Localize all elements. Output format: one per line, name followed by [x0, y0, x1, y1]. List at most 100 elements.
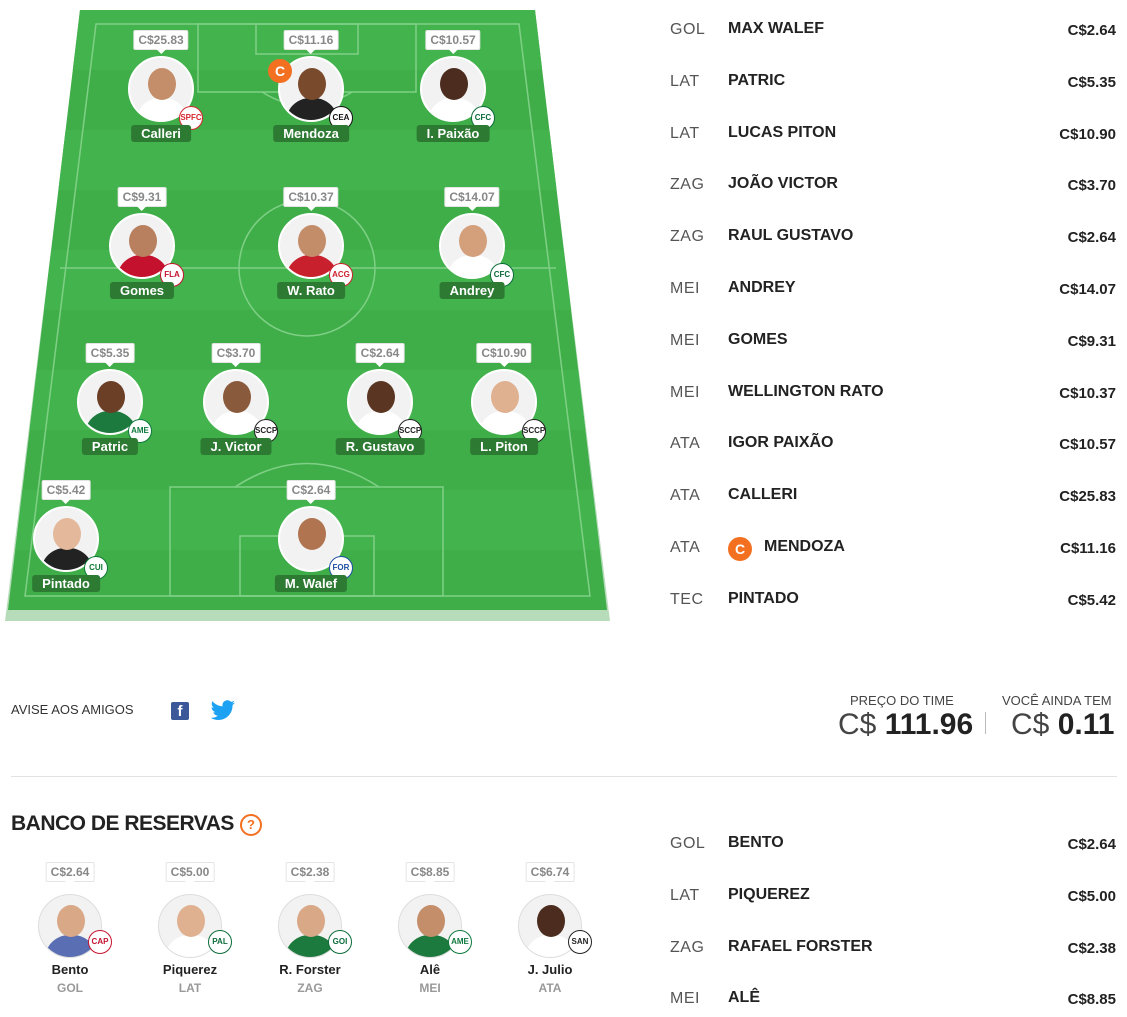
lineup-row[interactable]: ATA CALLERI C$25.83	[670, 472, 1120, 524]
player-head	[53, 518, 81, 550]
club-badge-icon: CAP	[88, 930, 112, 954]
bench-player-name: R. Forster	[279, 962, 341, 977]
bench-player[interactable]: C$2.38 GOI R. Forster ZAG	[260, 862, 360, 1002]
player-price: C$9.31	[1067, 332, 1116, 350]
player-price-tag: C$2.64	[355, 343, 405, 363]
remaining-amount: 0.11	[1057, 708, 1115, 741]
player-head	[537, 905, 565, 937]
position-label: MEI	[670, 990, 700, 1008]
field-player[interactable]: C$10.57 CFC I. Paixão	[398, 30, 508, 160]
field-player[interactable]: C$10.37 ACG W. Rato	[256, 187, 366, 317]
bench-player[interactable]: C$2.64 CAP Bento GOL	[20, 862, 120, 1002]
player-price-tag: C$9.31	[117, 187, 167, 207]
player-head	[491, 381, 519, 413]
bench-player-position: MEI	[419, 981, 441, 995]
lineup-row[interactable]: LAT PIQUEREZ C$5.00	[670, 872, 1120, 924]
player-price-tag: C$8.85	[405, 862, 455, 882]
help-icon[interactable]: ?	[240, 814, 262, 836]
lineup-row[interactable]: MEI GOMES C$9.31	[670, 317, 1120, 369]
player-price: C$3.70	[1067, 177, 1116, 195]
lineup-row[interactable]: TEC PINTADO C$5.42	[670, 576, 1120, 628]
player-name: MENDOZA	[764, 537, 845, 555]
captain-badge-icon: C	[268, 59, 292, 83]
bench-player[interactable]: C$8.85 AME Alê MEI	[380, 862, 480, 1002]
player-price: C$5.35	[1067, 73, 1116, 91]
field-player[interactable]: C$11.16 CEA Mendoza	[256, 30, 366, 160]
price-divider	[985, 712, 986, 734]
lineup-row[interactable]: MEI WELLINGTON RATO C$10.37	[670, 369, 1120, 421]
player-head	[440, 68, 468, 100]
player-name: PINTADO	[728, 589, 799, 607]
player-name-tag: R. Gustavo	[335, 438, 425, 455]
player-name: RAFAEL FORSTER	[728, 937, 873, 955]
position-label: LAT	[670, 886, 700, 904]
bench-player-name: J. Julio	[527, 962, 573, 977]
lineup-row[interactable]: MEI ANDREY C$14.07	[670, 265, 1120, 317]
player-name-tag: W. Rato	[277, 282, 345, 299]
player-price: C$11.16	[1060, 539, 1116, 557]
club-badge-icon: PAL	[208, 930, 232, 954]
player-price-tag: C$11.16	[283, 30, 339, 50]
section-divider	[11, 776, 1117, 777]
position-label: LAT	[670, 72, 700, 90]
field-player[interactable]: C$2.64 FOR M. Walef	[256, 480, 366, 610]
bench-player-name: Piquerez	[162, 962, 218, 977]
lineup-row[interactable]: LAT PATRIC C$5.35	[670, 58, 1120, 110]
field-player[interactable]: C$3.70 SCCP J. Victor	[181, 343, 291, 473]
position-label: TEC	[670, 590, 704, 608]
player-head	[297, 905, 325, 937]
lineup-row[interactable]: ZAG RAUL GUSTAVO C$2.64	[670, 213, 1120, 265]
twitter-icon[interactable]	[210, 700, 236, 722]
field-player[interactable]: C$10.90 SCCP L. Piton	[449, 343, 559, 473]
lineup-row[interactable]: GOL MAX WALEF C$2.64	[670, 6, 1120, 58]
player-name: LUCAS PITON	[728, 123, 837, 141]
lineup-list: GOL MAX WALEF C$2.64 LAT PATRIC C$5.35 LAT LUCA…	[670, 6, 1120, 628]
lineup-row[interactable]: LAT LUCAS PITON C$10.90	[670, 110, 1120, 162]
field-player[interactable]: C$2.64 SCCP R. Gustavo	[325, 343, 435, 473]
bench-player[interactable]: C$5.00 PAL Piquerez LAT	[140, 862, 240, 1002]
position-label: ATA	[670, 538, 701, 556]
captain-badge-icon: C	[728, 536, 752, 561]
position-label: ZAG	[670, 938, 705, 956]
position-label: GOL	[670, 21, 706, 38]
player-name-tag: Mendoza	[273, 125, 349, 142]
player-head	[367, 381, 395, 413]
position-label: MEI	[670, 279, 700, 297]
player-price-tag: C$2.64	[45, 862, 95, 882]
player-name-tag: Patric	[81, 438, 139, 455]
field-player[interactable]: C$5.42 CUI Pintado	[11, 480, 121, 610]
field-player[interactable]: C$25.83 SPFC Calleri	[106, 30, 216, 160]
bench-player[interactable]: C$6.74 SAN J. Julio ATA	[500, 862, 600, 1002]
player-name-tag: Andrey	[439, 282, 505, 299]
player-head	[298, 518, 326, 550]
player-head	[97, 381, 125, 413]
player-price: C$5.42	[1067, 591, 1116, 609]
remaining-currency: C$	[1011, 708, 1050, 741]
player-name-tag: Gomes	[109, 282, 175, 299]
player-price: C$10.90	[1059, 125, 1116, 143]
player-head	[417, 905, 445, 937]
lineup-row[interactable]: ZAG JOÃO VICTOR C$3.70	[670, 161, 1120, 213]
field-player[interactable]: C$5.35 AME Patric	[55, 343, 165, 473]
remaining-value: C$ 0.11	[1011, 708, 1114, 742]
player-name: GOMES	[728, 330, 788, 348]
lineup-row[interactable]: ATA IGOR PAIXÃO C$10.57	[670, 420, 1120, 472]
position-label: ZAG	[670, 228, 705, 246]
lineup-row[interactable]: ZAG RAFAEL FORSTER C$2.38	[670, 924, 1120, 976]
lineup-row[interactable]: GOL BENTO C$2.64	[670, 820, 1120, 872]
player-price-tag: C$5.42	[41, 480, 91, 500]
remaining-label: VOCÊ AINDA TEM	[1002, 693, 1112, 708]
player-name: MAX WALEF	[728, 20, 824, 37]
player-price-tag: C$5.00	[165, 862, 215, 882]
lineup-row[interactable]: ATA MENDOZA C$11.16 C	[670, 524, 1120, 576]
player-head	[459, 225, 487, 257]
field-player[interactable]: C$9.31 FLA Gomes	[87, 187, 197, 317]
facebook-icon[interactable]: f	[171, 702, 189, 720]
player-head	[223, 381, 251, 413]
position-label: MEI	[670, 383, 700, 401]
bench-player-name: Bento	[51, 962, 89, 977]
player-price-tag: C$10.90	[476, 343, 532, 363]
lineup-row[interactable]: MEI ALÊ C$8.85	[670, 975, 1120, 1017]
player-price: C$10.37	[1059, 384, 1116, 402]
field-player[interactable]: C$14.07 CFC Andrey	[417, 187, 527, 317]
